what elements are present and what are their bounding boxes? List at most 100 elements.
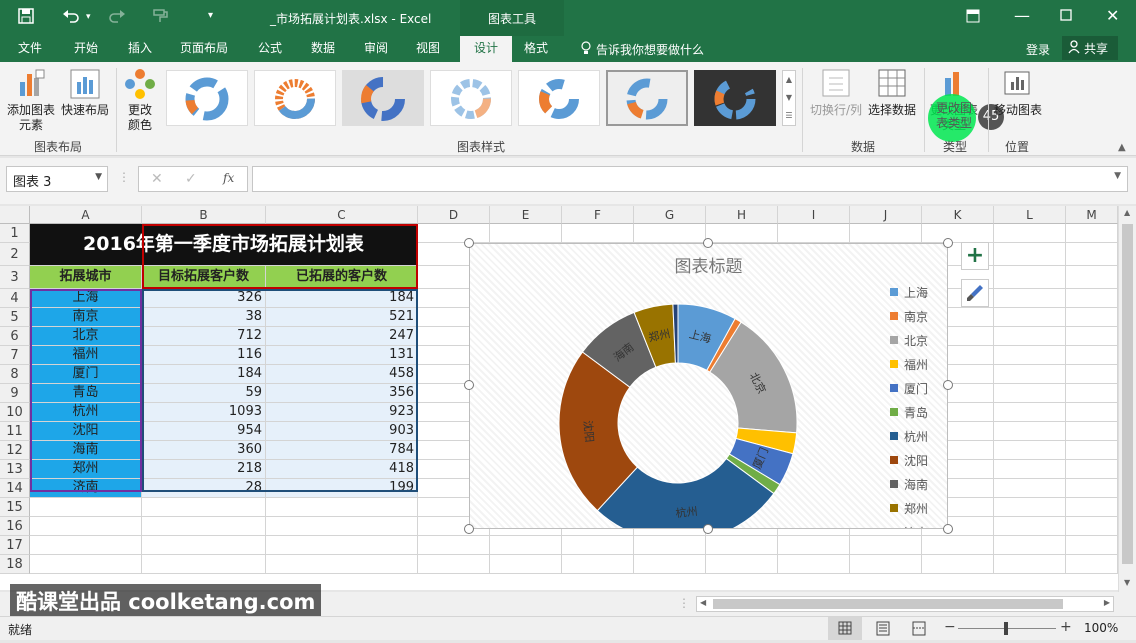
scroll-up-icon[interactable]: ▲ [1124, 208, 1130, 217]
chart-styles-brush-icon[interactable] [961, 279, 989, 307]
table-cell-city[interactable]: 济南 [30, 479, 142, 498]
table-cell-city[interactable]: 上海 [30, 289, 142, 308]
cell[interactable] [1066, 403, 1118, 422]
legend-item[interactable]: 北京 [890, 328, 946, 352]
formula-input[interactable]: ▼ [252, 166, 1128, 192]
cancel-icon[interactable]: ✕ [151, 171, 163, 187]
chart-style-2[interactable] [254, 70, 336, 126]
cell[interactable] [142, 517, 266, 536]
zoom-out-icon[interactable]: − [944, 619, 956, 635]
cell[interactable] [562, 224, 634, 243]
resize-handle-right[interactable] [943, 380, 953, 390]
cell[interactable] [1066, 441, 1118, 460]
row-header-18[interactable]: 18 [0, 555, 30, 574]
legend-item[interactable]: 沈阳 [890, 448, 946, 472]
cell[interactable] [994, 346, 1066, 365]
row-header-14[interactable]: 14 [0, 479, 30, 498]
resize-handle-bottom-left[interactable] [464, 524, 474, 534]
zoom-level[interactable]: 100% [1084, 621, 1118, 635]
cell[interactable] [634, 224, 706, 243]
column-header-H[interactable]: H [706, 206, 778, 224]
resize-handle-bottom-right[interactable] [943, 524, 953, 534]
cell[interactable] [30, 555, 142, 574]
zoom-in-icon[interactable]: + [1060, 619, 1072, 635]
cell[interactable] [1066, 346, 1118, 365]
cell[interactable] [994, 384, 1066, 403]
zoom-slider-thumb[interactable] [1004, 622, 1008, 635]
column-header-F[interactable]: F [562, 206, 634, 224]
tab-page-layout[interactable]: 页面布局 [172, 36, 236, 62]
cell[interactable] [1066, 243, 1118, 266]
column-header-L[interactable]: L [994, 206, 1066, 224]
cell[interactable] [30, 536, 142, 555]
tab-data[interactable]: 数据 [303, 36, 343, 62]
tab-insert[interactable]: 插入 [120, 36, 160, 62]
chart-style-3[interactable] [342, 70, 424, 126]
cell[interactable] [1066, 555, 1118, 574]
cell[interactable] [706, 536, 778, 555]
table-cell-target[interactable]: 326 [142, 289, 266, 308]
table-cell-city[interactable]: 福州 [30, 346, 142, 365]
cell[interactable] [1066, 327, 1118, 346]
table-cell-city[interactable]: 青岛 [30, 384, 142, 403]
row-header-11[interactable]: 11 [0, 422, 30, 441]
tab-formulas[interactable]: 公式 [250, 36, 290, 62]
cell[interactable] [994, 266, 1066, 289]
cell[interactable] [1066, 289, 1118, 308]
cell[interactable] [562, 536, 634, 555]
cell[interactable] [994, 441, 1066, 460]
row-header-13[interactable]: 13 [0, 460, 30, 479]
normal-view-button[interactable] [828, 617, 862, 640]
scroll-right-icon[interactable]: ▶ [1104, 598, 1110, 607]
column-header-C[interactable]: C [266, 206, 418, 224]
cell[interactable] [142, 498, 266, 517]
change-colors-button[interactable]: 更改颜色 [118, 68, 162, 133]
column-header-J[interactable]: J [850, 206, 922, 224]
undo-dropdown-icon[interactable]: ▾ [86, 12, 91, 22]
vertical-scrollbar[interactable]: ▲ ▼ [1118, 206, 1136, 592]
cell[interactable] [994, 517, 1066, 536]
table-cell-done[interactable]: 247 [266, 327, 418, 346]
cell[interactable] [994, 460, 1066, 479]
row-header-5[interactable]: 5 [0, 308, 30, 327]
select-all-corner[interactable] [0, 206, 30, 224]
cell[interactable] [490, 224, 562, 243]
row-header-12[interactable]: 12 [0, 441, 30, 460]
switch-row-column-button[interactable]: 切换行/列 [806, 68, 866, 118]
cell[interactable] [850, 224, 922, 243]
table-cell-target[interactable]: 1093 [142, 403, 266, 422]
move-chart-button[interactable]: 移动图表 [992, 68, 1044, 118]
cell[interactable] [30, 517, 142, 536]
cell[interactable] [994, 289, 1066, 308]
cell[interactable] [778, 224, 850, 243]
table-cell-city[interactable]: 郑州 [30, 460, 142, 479]
row-header-3[interactable]: 3 [0, 266, 30, 289]
table-cell-target[interactable]: 712 [142, 327, 266, 346]
page-layout-view-button[interactable] [868, 617, 898, 640]
column-header-E[interactable]: E [490, 206, 562, 224]
resize-handle-top[interactable] [703, 238, 713, 248]
cell[interactable] [418, 536, 490, 555]
cell[interactable] [266, 536, 418, 555]
maximize-icon[interactable] [1060, 9, 1072, 24]
row-header-9[interactable]: 9 [0, 384, 30, 403]
cell[interactable] [1066, 498, 1118, 517]
cell[interactable] [1066, 460, 1118, 479]
table-cell-done[interactable]: 184 [266, 289, 418, 308]
chart-style-6-selected[interactable] [606, 70, 688, 126]
cell[interactable] [1066, 384, 1118, 403]
close-icon[interactable]: ✕ [1106, 6, 1119, 25]
table-cell-done[interactable]: 356 [266, 384, 418, 403]
cell[interactable] [634, 536, 706, 555]
row-header-6[interactable]: 6 [0, 327, 30, 346]
column-header-I[interactable]: I [778, 206, 850, 224]
horizontal-scroll-thumb[interactable] [713, 599, 1063, 609]
cell[interactable] [994, 555, 1066, 574]
cell[interactable] [994, 365, 1066, 384]
row-header-7[interactable]: 7 [0, 346, 30, 365]
cell[interactable] [994, 479, 1066, 498]
doughnut-chart[interactable]: 图表标题 上海 北京 厦门 杭州 沈阳 海南 郑州 上海 南京 北京 福州 厦门 青岛 杭州 沈阳 海南 郑州… [469, 243, 948, 529]
table-cell-city[interactable]: 南京 [30, 308, 142, 327]
row-header-17[interactable]: 17 [0, 536, 30, 555]
cell[interactable] [266, 517, 418, 536]
